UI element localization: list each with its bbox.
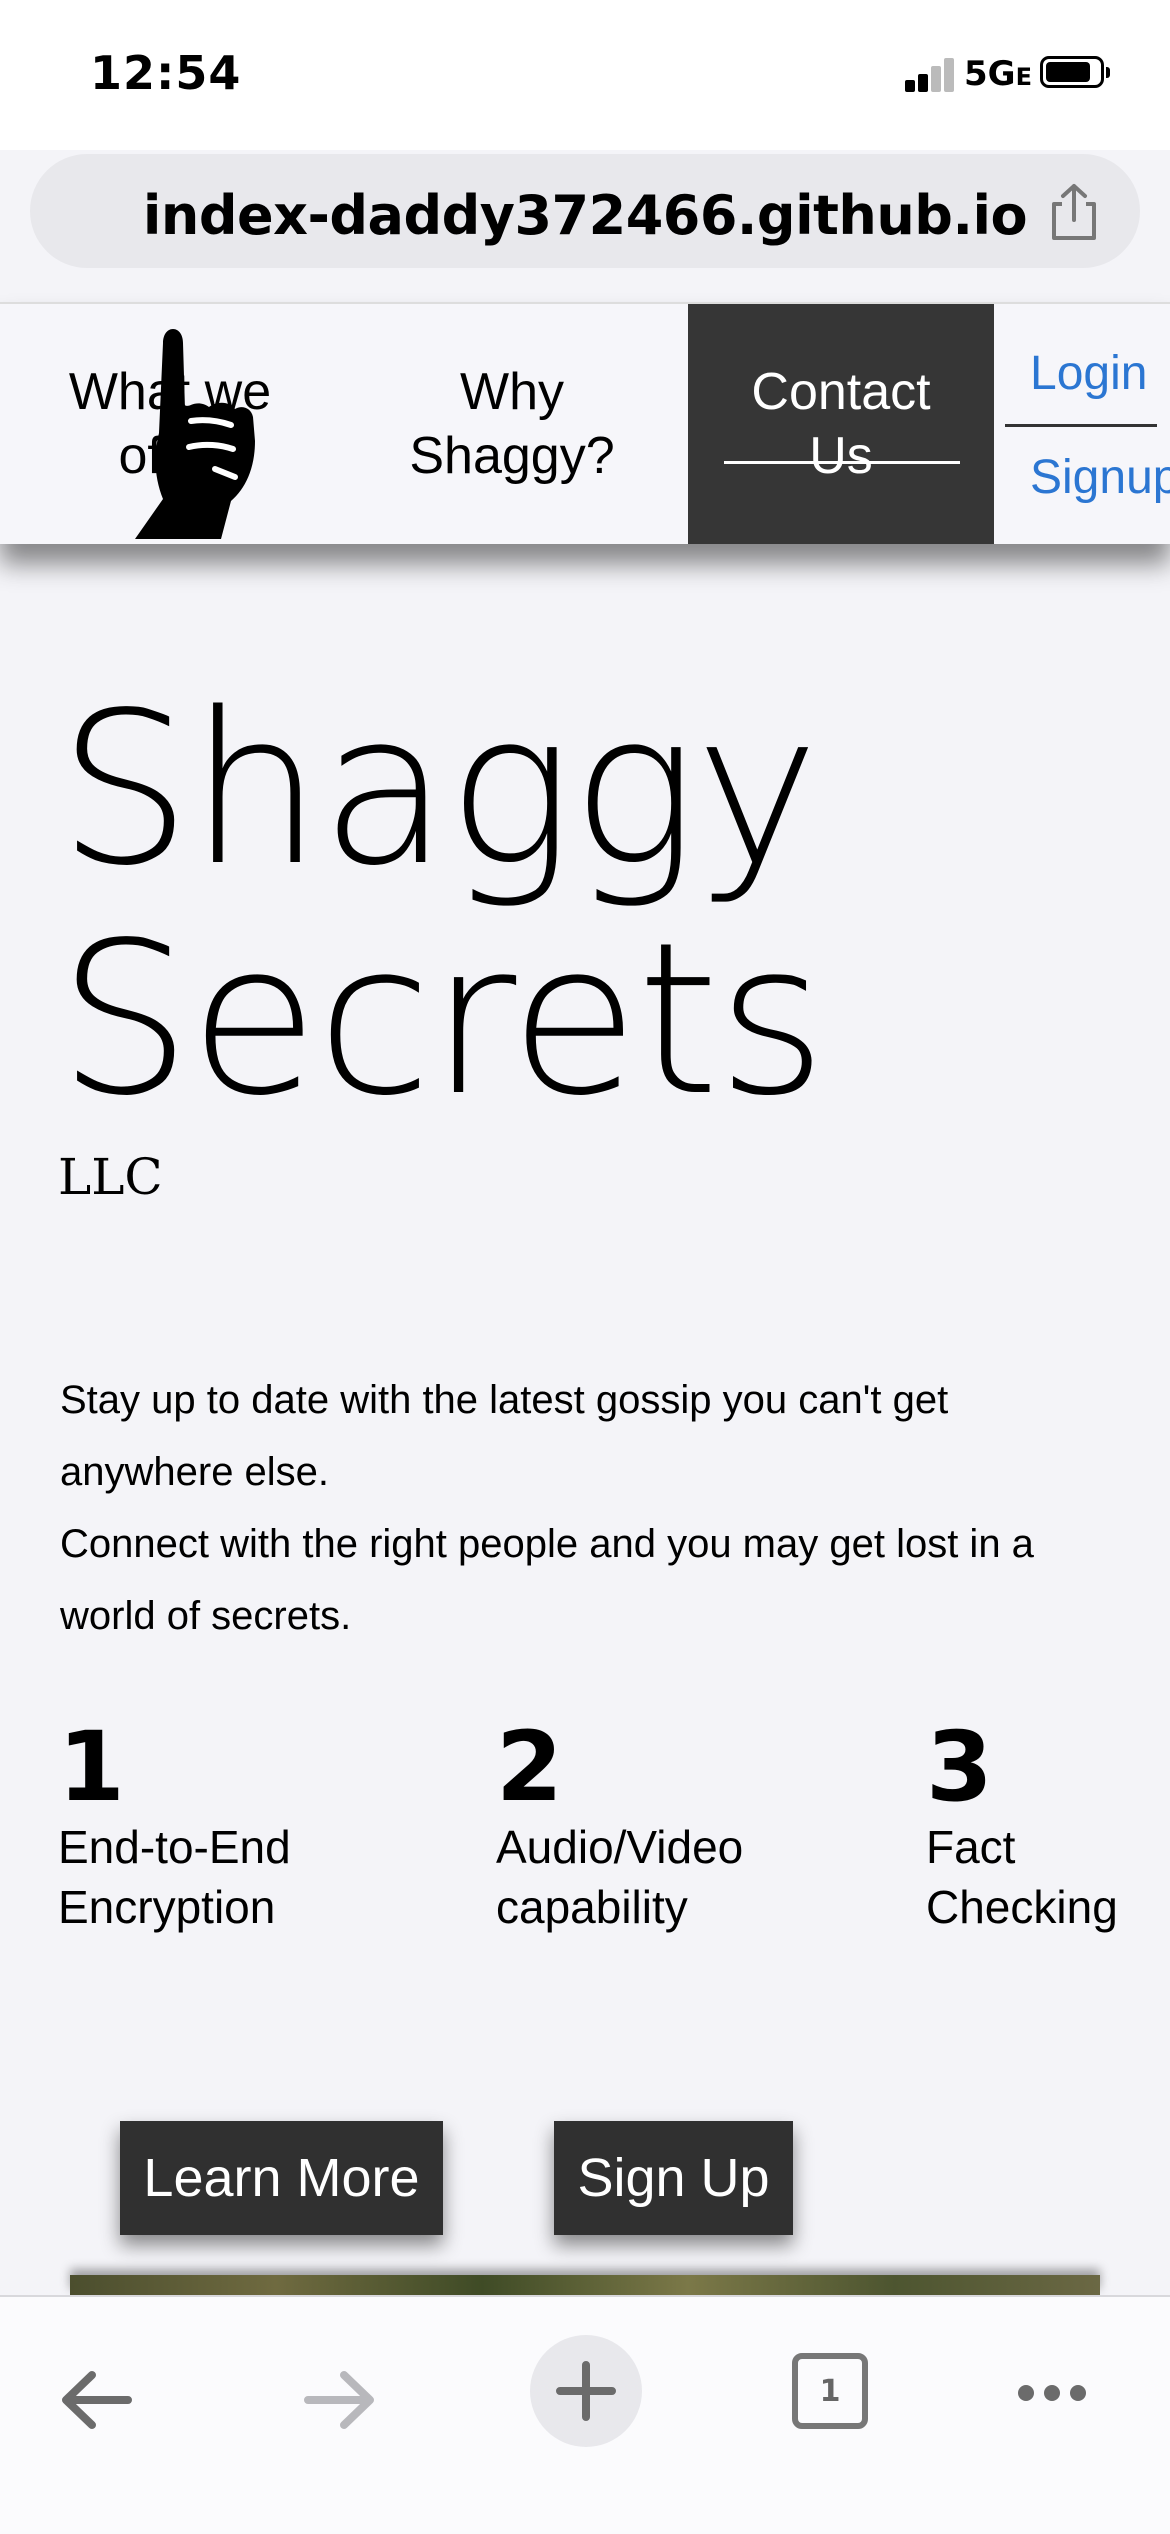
tabs-button[interactable]: 1	[792, 2353, 868, 2429]
learn-more-button[interactable]: Learn More	[120, 2121, 443, 2235]
feature-item: 3 Fact Checking	[926, 1717, 1146, 1937]
address-bar[interactable]: index-daddy372466.github.io	[30, 154, 1140, 268]
feature-label: Fact Checking	[926, 1821, 1118, 1933]
hero-title: Shaggy Secrets	[58, 667, 827, 1142]
hero-image	[70, 2275, 1100, 2295]
description-line: Stay up to date with the latest gossip y…	[60, 1378, 949, 1494]
status-bar: 12:54 5GE	[0, 0, 1170, 150]
tab-count: 1	[819, 2373, 841, 2409]
feature-label: Audio/Video capability	[496, 1821, 744, 1933]
sign-up-button[interactable]: Sign Up	[554, 2121, 793, 2235]
more-options-icon[interactable]	[1016, 2381, 1088, 2405]
url-text[interactable]: index-daddy372466.github.io	[30, 184, 1140, 247]
site-nav: What we offer Why Shaggy? Contact Us Log…	[0, 302, 1170, 544]
status-time: 12:54	[90, 46, 242, 100]
feature-item: 2 Audio/Video capability	[496, 1717, 776, 1937]
feature-label: End-to-End Encryption	[58, 1821, 291, 1933]
forward-arrow-icon[interactable]	[302, 2367, 378, 2433]
new-tab-button[interactable]	[530, 2335, 642, 2447]
hero-description: Stay up to date with the latest gossip y…	[60, 1364, 1120, 1652]
back-arrow-icon[interactable]	[58, 2367, 134, 2433]
description-line: Connect with the right people and you ma…	[60, 1522, 1034, 1638]
signal-strength-icon	[905, 58, 955, 92]
shush-hand-icon	[135, 329, 255, 539]
nav-divider	[1005, 424, 1157, 427]
nav-contact-us-label: Contact Us	[751, 363, 931, 485]
feature-number: 1	[58, 1711, 125, 1823]
nav-contact-us[interactable]: Contact Us	[688, 304, 994, 544]
hero-subtitle: LLC	[58, 1148, 163, 1206]
feature-item: 1 End-to-End Encryption	[58, 1717, 318, 1937]
signup-link[interactable]: Signup	[1030, 450, 1170, 505]
nav-why-shaggy[interactable]: Why Shaggy?	[362, 304, 662, 544]
feature-number: 3	[926, 1711, 993, 1823]
network-indicator: 5GE	[964, 54, 1032, 94]
nav-what-we-offer[interactable]: What we offer	[40, 304, 300, 544]
login-link[interactable]: Login	[1030, 346, 1147, 401]
nav-why-shaggy-label: Why Shaggy?	[409, 363, 615, 485]
share-icon[interactable]	[1046, 182, 1102, 242]
strikethrough-line	[724, 461, 960, 464]
browser-toolbar: 1	[0, 2295, 1170, 2534]
plus-icon	[556, 2361, 616, 2421]
feature-number: 2	[496, 1711, 563, 1823]
battery-icon	[1040, 56, 1110, 88]
